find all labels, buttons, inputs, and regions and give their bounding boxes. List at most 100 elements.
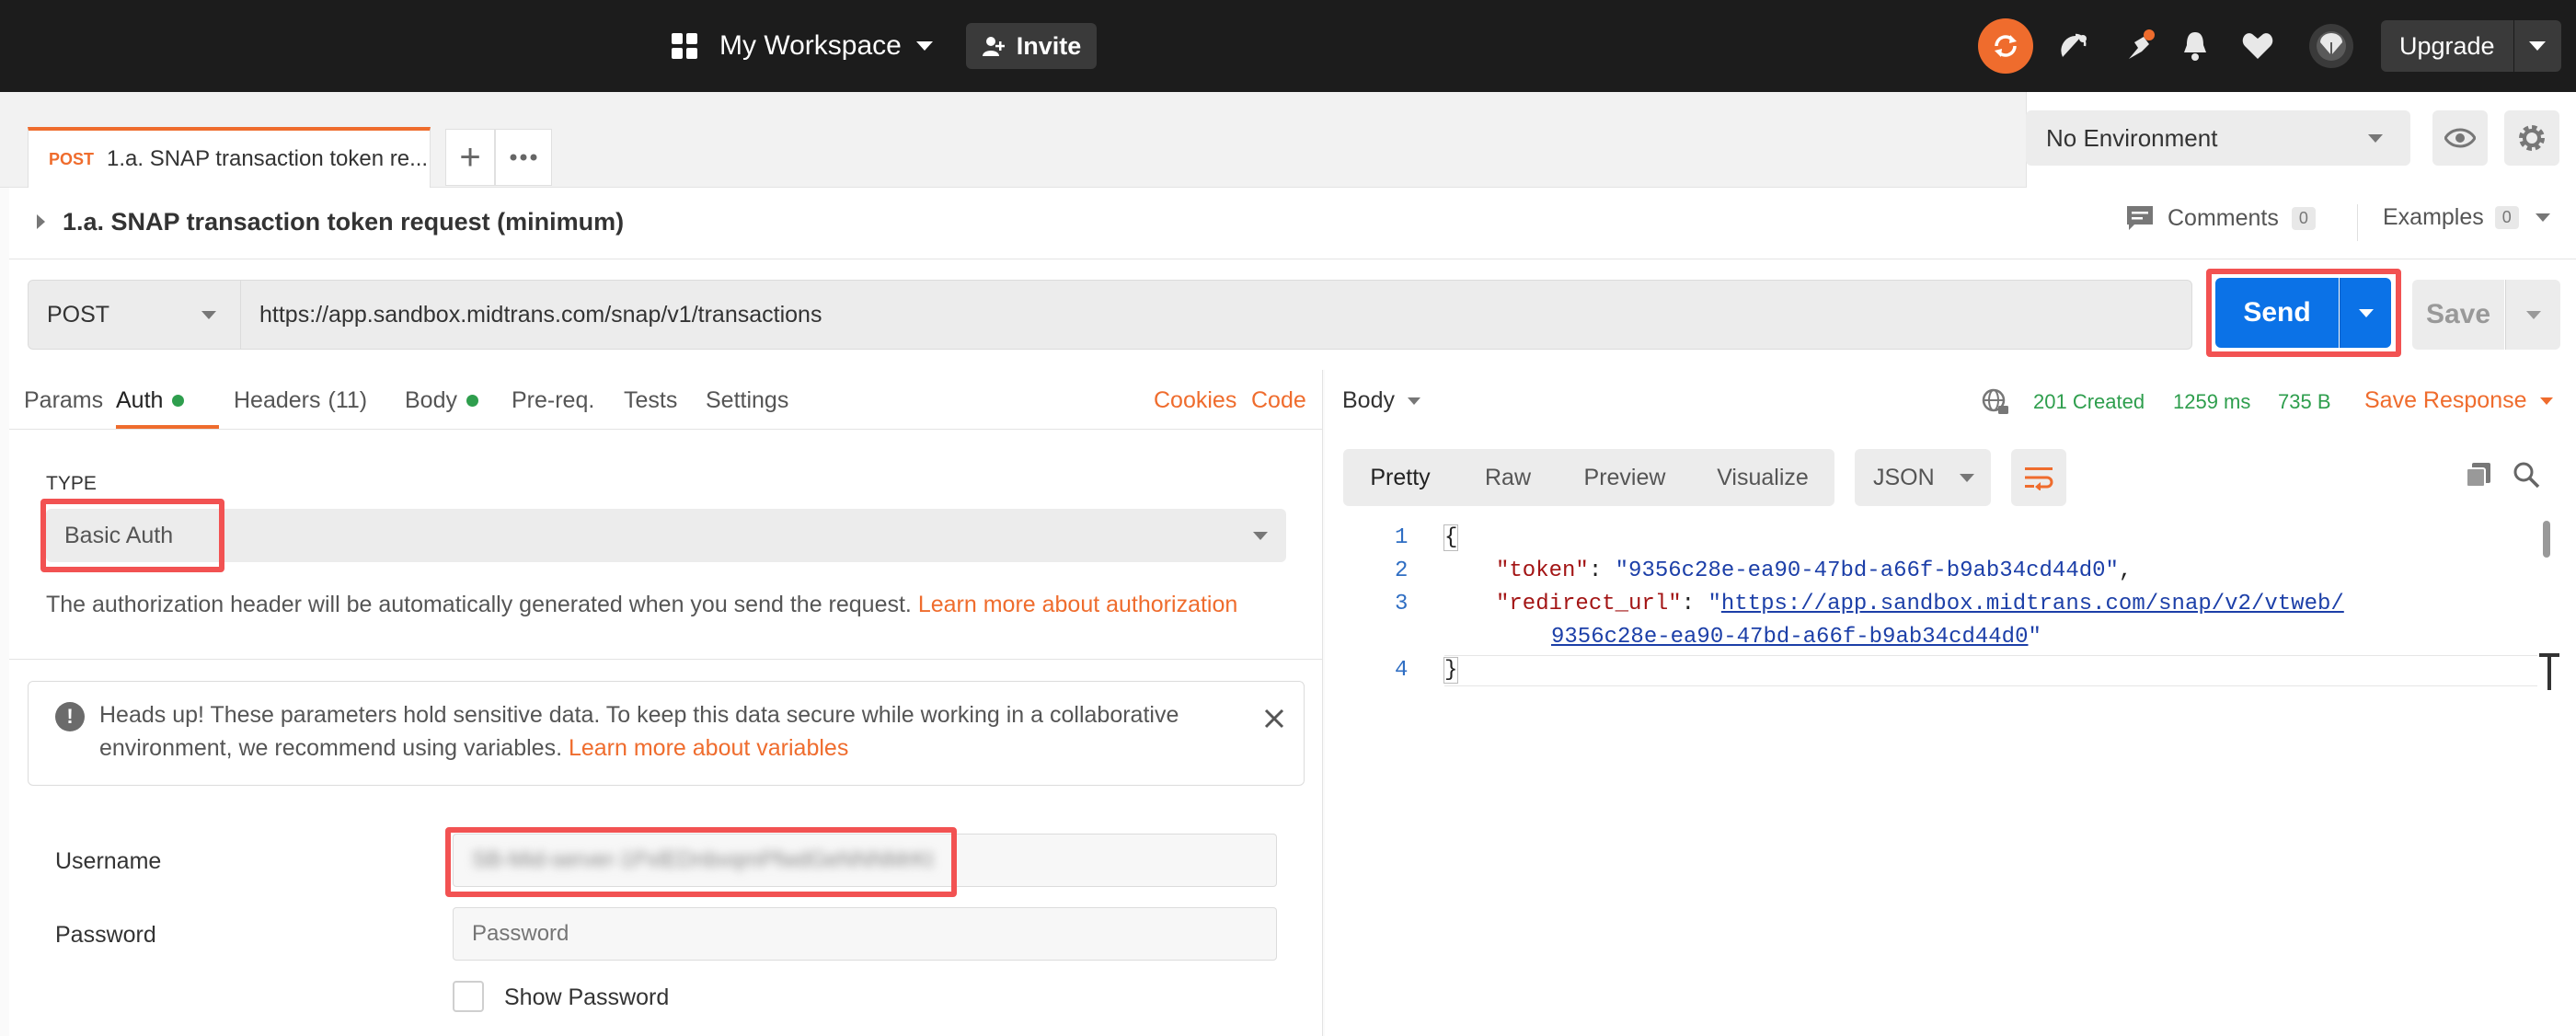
auth-type-value: Basic Auth xyxy=(64,522,174,548)
response-size[interactable]: 735 B xyxy=(2278,390,2331,414)
send-label: Send xyxy=(2243,297,2311,328)
line-number: 2 xyxy=(1395,558,1409,583)
show-password-checkbox[interactable] xyxy=(453,981,484,1012)
username-label: Username xyxy=(55,848,162,874)
chevron-down-icon xyxy=(2539,397,2553,405)
sync-icon[interactable] xyxy=(1978,18,2033,74)
gear-icon xyxy=(2519,125,2545,151)
comments-label: Comments xyxy=(2168,204,2279,231)
chevron-down-icon xyxy=(2525,310,2541,319)
response-body-selector[interactable]: Body xyxy=(1342,387,1420,414)
method-label: POST xyxy=(47,301,110,328)
alert-line-2: environment, we recommend using variable… xyxy=(99,735,848,762)
tab-params[interactable]: Params xyxy=(24,387,103,414)
format-label: JSON xyxy=(1873,464,1935,490)
format-select[interactable]: JSON xyxy=(1855,449,1991,506)
request-tab-active[interactable]: POST 1.a. SNAP transaction token re... xyxy=(28,127,431,188)
examples-button[interactable]: Examples 0 xyxy=(2383,204,2550,231)
new-tab-button[interactable]: + xyxy=(445,129,495,186)
tab-auth[interactable]: Auth xyxy=(116,387,185,429)
auth-type-select[interactable]: Basic Auth xyxy=(46,509,1286,562)
response-status[interactable]: 201 Created xyxy=(2033,390,2145,414)
view-tab-preview[interactable]: Preview xyxy=(1558,449,1691,506)
auth-description-text: The authorization header will be automat… xyxy=(46,592,912,617)
more-tabs-button[interactable] xyxy=(495,129,552,186)
sensitive-data-alert xyxy=(28,681,1305,786)
chevron-down-icon xyxy=(1407,397,1420,405)
view-tab-visualize[interactable]: Visualize xyxy=(1691,449,1834,506)
comments-button[interactable]: Comments 0 xyxy=(2125,204,2316,232)
url-input[interactable]: https://app.sandbox.midtrans.com/snap/v1… xyxy=(240,280,2192,350)
line-number: 1 xyxy=(1395,525,1409,550)
view-tab-raw-label: Raw xyxy=(1484,464,1531,490)
request-title[interactable]: 1.a. SNAP transaction token request (min… xyxy=(63,208,624,236)
tab-prereq[interactable]: Pre-req. xyxy=(512,387,594,414)
chevron-down-icon xyxy=(2368,133,2383,143)
auth-type-highlight xyxy=(40,499,224,572)
invite-label: Invite xyxy=(1016,31,1082,60)
warning-icon: ! xyxy=(55,702,85,731)
workspace-switcher[interactable]: My Workspace xyxy=(719,28,933,64)
code-link[interactable]: Code xyxy=(1251,387,1306,414)
search-icon[interactable] xyxy=(2510,458,2543,491)
chevron-down-icon xyxy=(2529,41,2546,51)
invite-button[interactable]: Invite xyxy=(966,23,1097,69)
tab-headers-label: Headers xyxy=(234,387,321,413)
divider xyxy=(9,429,1323,430)
redirect-url-link-part-1[interactable]: https://app.sandbox.midtrans.com/snap/v2… xyxy=(1721,592,2344,616)
divider xyxy=(9,659,1323,660)
send-button[interactable]: Send xyxy=(2215,278,2339,348)
comment-icon xyxy=(2127,206,2153,230)
alert-line-1: Heads up! These parameters hold sensitiv… xyxy=(99,702,1179,728)
globe-lock-icon[interactable] xyxy=(1980,386,2011,418)
view-tab-pretty-label: Pretty xyxy=(1370,464,1431,490)
chevron-down-icon xyxy=(915,41,933,51)
wrap-lines-button[interactable] xyxy=(2011,449,2066,506)
divider xyxy=(2357,204,2358,241)
cookies-link[interactable]: Cookies xyxy=(1154,387,1236,414)
environment-select[interactable]: No Environment xyxy=(2026,110,2410,166)
learn-more-variables-link[interactable]: Learn more about variables xyxy=(569,735,848,761)
tab-settings[interactable]: Settings xyxy=(706,387,788,414)
plus-icon: + xyxy=(459,137,481,178)
api-network-icon[interactable] xyxy=(2121,26,2157,66)
status-dot-icon xyxy=(172,395,185,407)
password-field[interactable] xyxy=(453,907,1277,961)
close-alert-icon[interactable] xyxy=(1260,705,1288,732)
environment-quick-look-button[interactable] xyxy=(2432,110,2488,166)
notification-bell-icon[interactable] xyxy=(2179,28,2212,64)
upgrade-button[interactable]: Upgrade xyxy=(2381,20,2561,72)
alert-line-2-text: environment, we recommend using variable… xyxy=(99,735,563,761)
examples-count: 0 xyxy=(2494,206,2519,229)
heart-icon[interactable] xyxy=(2239,28,2276,64)
show-password-label[interactable]: Show Password xyxy=(504,984,669,1011)
profile-avatar-icon[interactable] xyxy=(2309,24,2353,68)
save-button[interactable]: Save xyxy=(2412,280,2504,350)
view-tab-raw[interactable]: Raw xyxy=(1457,449,1558,506)
view-tab-pretty[interactable]: Pretty xyxy=(1343,449,1457,506)
tab-headers[interactable]: Headers (11) xyxy=(234,387,367,414)
json-key-redirect-url: "redirect_url" xyxy=(1496,592,1682,616)
manage-environments-button[interactable] xyxy=(2504,110,2559,166)
chevron-down-icon xyxy=(201,310,216,319)
workspace-grid-icon xyxy=(672,33,697,59)
eye-icon xyxy=(2444,128,2476,148)
copy-icon[interactable] xyxy=(2462,458,2495,491)
tab-body[interactable]: Body xyxy=(405,387,478,414)
learn-more-authorization-link[interactable]: Learn more about authorization xyxy=(918,592,1237,617)
save-response-label: Save Response xyxy=(2364,387,2527,413)
examples-label: Examples xyxy=(2383,204,2484,230)
response-time[interactable]: 1259 ms xyxy=(2173,390,2250,414)
tab-body-label: Body xyxy=(405,387,457,413)
save-response-button[interactable]: Save Response xyxy=(2364,387,2553,414)
send-options-button[interactable] xyxy=(2340,278,2391,348)
tab-tests[interactable]: Tests xyxy=(624,387,677,414)
save-options-button[interactable] xyxy=(2505,280,2560,350)
satellite-icon[interactable] xyxy=(2057,28,2094,64)
editor-scrollbar[interactable] xyxy=(2543,521,2550,558)
redirect-url-link-part-2[interactable]: 9356c28e-ea90-47bd-a66f-b9ab34cd44d0 xyxy=(1551,625,2028,650)
chevron-down-icon xyxy=(1253,531,1268,540)
tab-auth-label: Auth xyxy=(116,387,164,413)
method-select[interactable]: POST xyxy=(28,280,241,350)
caret-right-icon[interactable] xyxy=(37,214,45,229)
